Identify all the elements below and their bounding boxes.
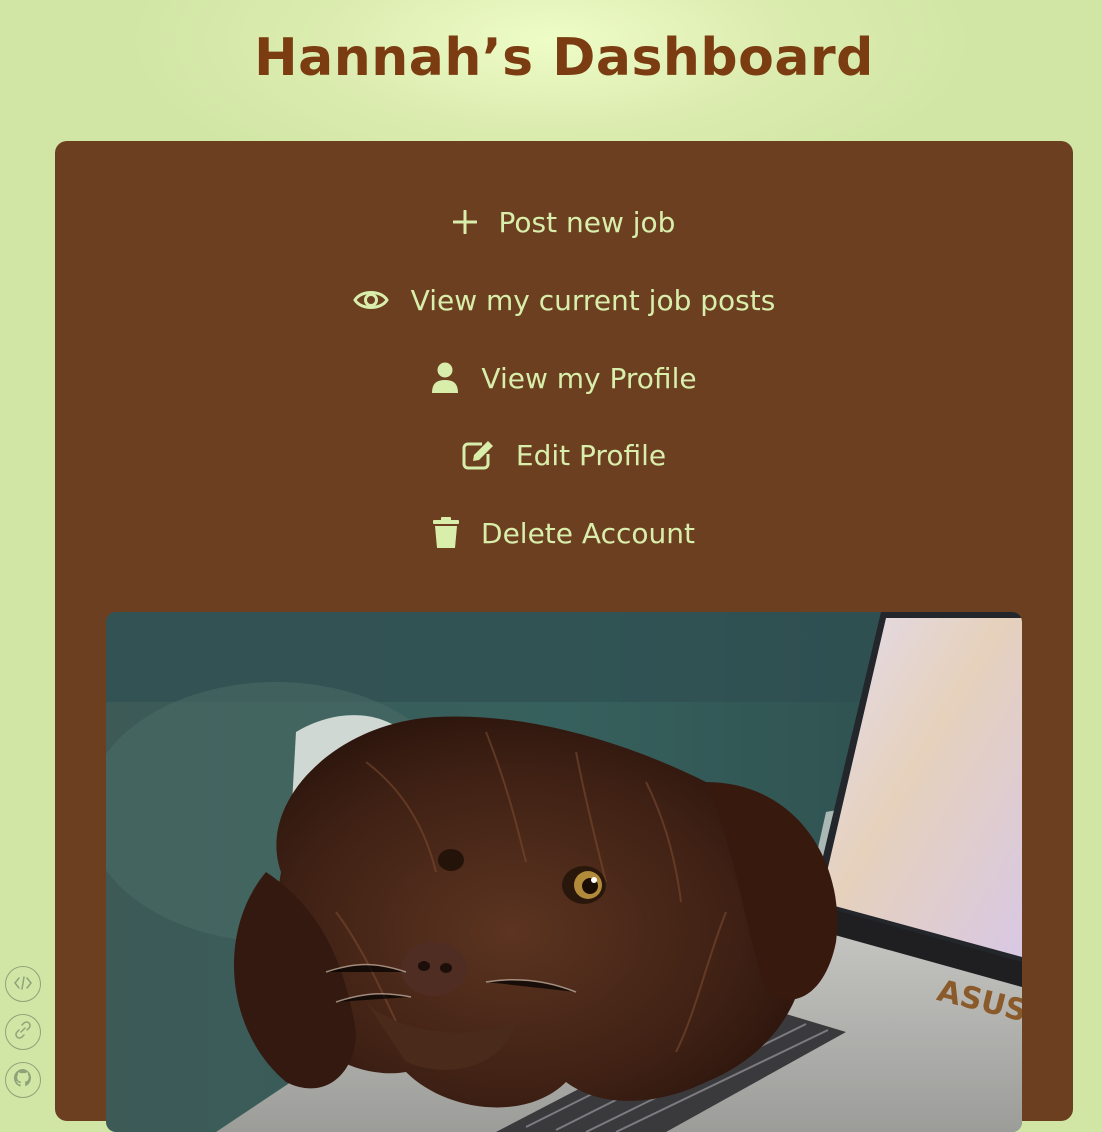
trash-icon (433, 517, 460, 549)
github-icon (13, 1068, 33, 1092)
edit-profile-label: Edit Profile (515, 438, 667, 472)
user-icon (431, 362, 459, 394)
view-profile-label: View my Profile (481, 361, 697, 395)
eye-icon (352, 287, 389, 313)
edit-icon (462, 440, 494, 470)
plus-icon (452, 210, 477, 234)
link-button[interactable] (5, 1014, 41, 1050)
link-icon (14, 1021, 32, 1043)
edit-profile-link[interactable]: Edit Profile (55, 427, 1073, 483)
page-title: Hannah’s Dashboard (254, 28, 874, 88)
code-icon (14, 975, 32, 994)
view-job-posts-label: View my current job posts (410, 283, 776, 317)
delete-account-link[interactable]: Delete Account (55, 505, 1073, 561)
code-link-button[interactable] (5, 966, 41, 1002)
dashboard-card: Post new job View my current job posts V… (55, 141, 1073, 1132)
post-new-job-link[interactable]: Post new job (55, 194, 1073, 250)
view-profile-link[interactable]: View my Profile (55, 350, 1073, 406)
dog-on-laptop-photo: ASUS (106, 612, 1022, 1132)
view-job-posts-link[interactable]: View my current job posts (55, 272, 1073, 328)
github-button[interactable] (5, 1062, 41, 1098)
post-new-job-label: Post new job (498, 205, 676, 239)
delete-account-label: Delete Account (481, 516, 695, 550)
